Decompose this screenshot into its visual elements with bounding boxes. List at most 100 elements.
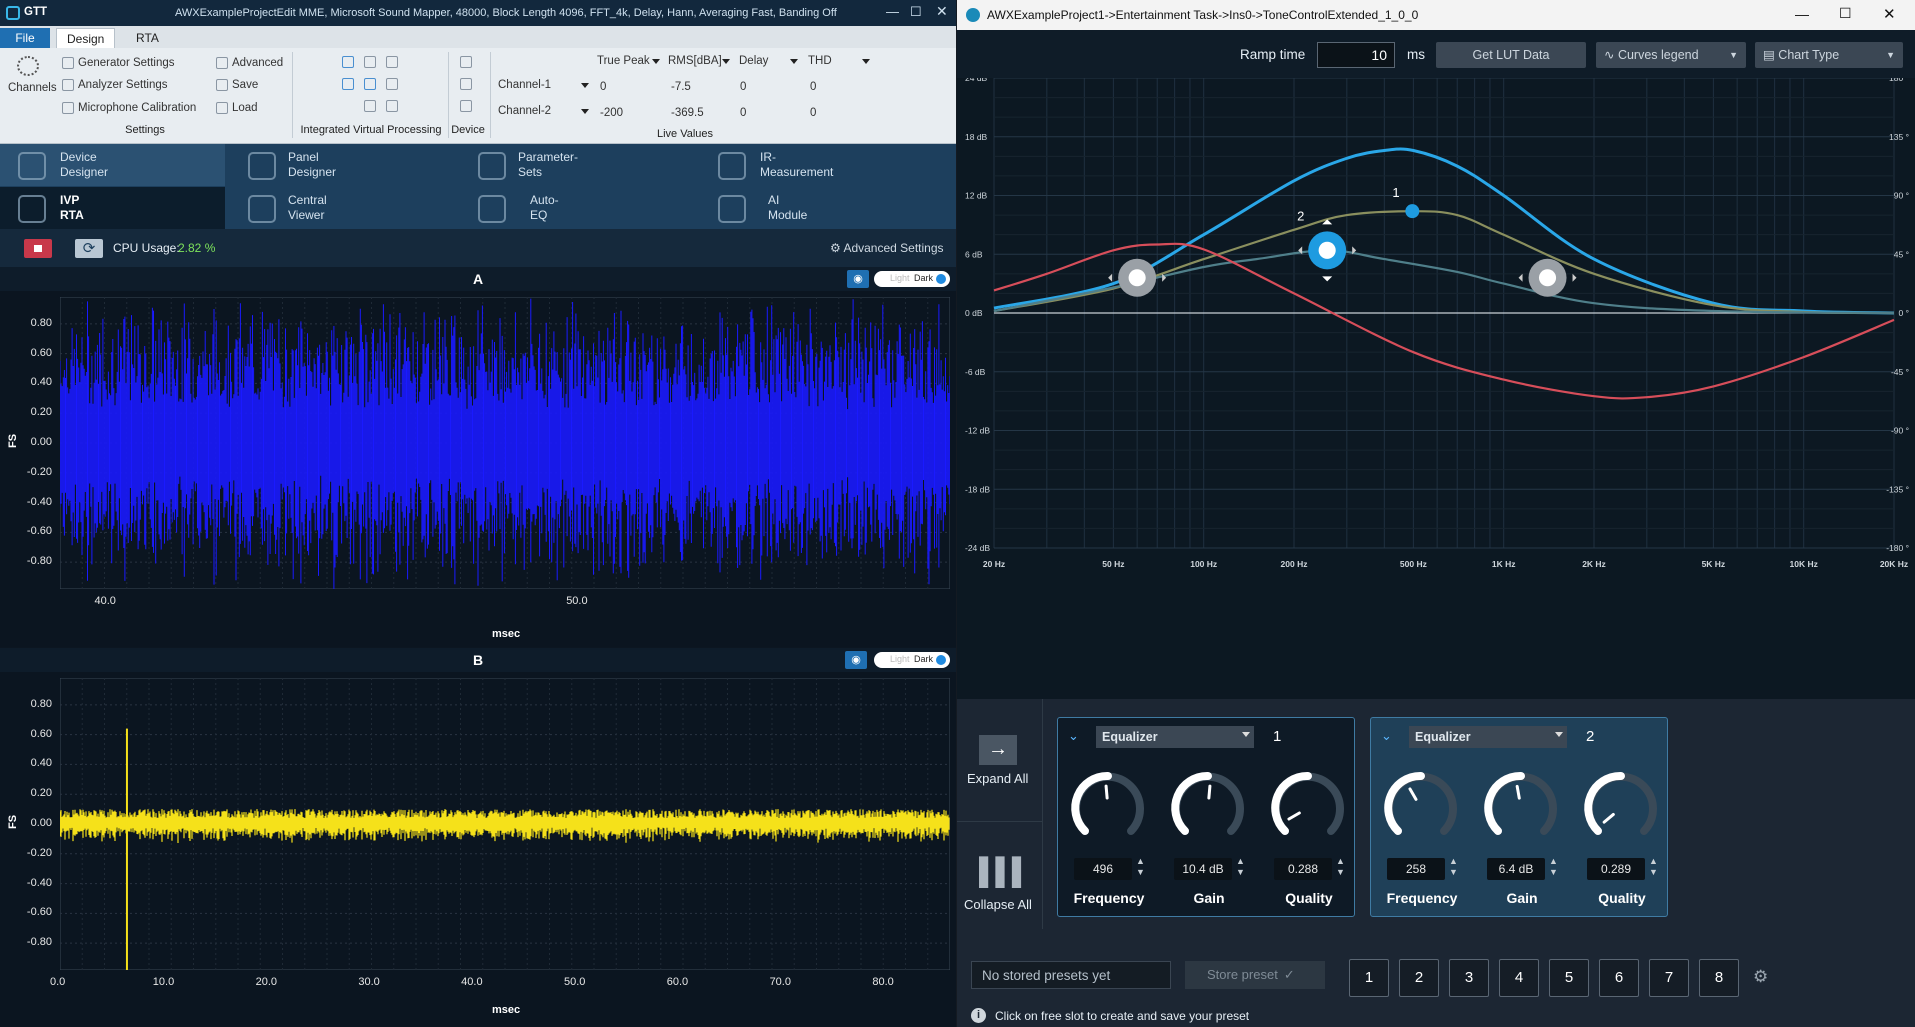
equalizer-type-select[interactable]: Equalizer [1096,726,1254,748]
nudge-left-icon[interactable] [1108,273,1113,282]
stepper-icon[interactable]: ▲ ▼ [1449,856,1458,878]
expand-all-button[interactable]: Expand All [967,771,1028,786]
gain-knob[interactable] [1168,768,1248,848]
generator-settings-button[interactable]: Generator Settings [62,57,175,69]
nav-ir-measurement[interactable]: IR- Measurement [700,144,956,186]
nav-ivp-rta[interactable]: IVP RTA [0,187,225,229]
preset-slot-2[interactable]: 2 [1399,959,1439,997]
gear-icon[interactable]: ⚙ [1753,967,1768,987]
ivp-play-icon[interactable] [364,56,376,68]
nav-parameter-sets[interactable]: Parameter- Sets [460,144,695,186]
preset-slot-8[interactable]: 8 [1699,959,1739,997]
refresh-button[interactable]: ⟳ [75,239,103,258]
frequency-value[interactable]: 258 [1387,858,1445,880]
preset-slot-3[interactable]: 3 [1449,959,1489,997]
chevron-down-icon[interactable]: ⌄ [1381,728,1392,744]
nav-device-designer[interactable]: Device Designer [0,144,225,186]
close-icon[interactable]: ✕ [1883,5,1896,23]
microphone-calibration-button[interactable]: Microphone Calibration [62,102,196,114]
quality-knob[interactable] [1268,768,1348,848]
tab-file[interactable]: File [0,28,50,48]
advanced-settings-button[interactable]: ⚙ Advanced Settings [830,241,944,255]
x-tick: 20 Hz [983,559,1005,569]
tab-design[interactable]: Design [56,28,116,48]
quality-knob[interactable] [1581,768,1661,848]
save-button[interactable]: Save [216,79,258,91]
sort-icon[interactable] [790,59,798,68]
maximize-icon[interactable]: ☐ [910,4,922,20]
camera-icon[interactable]: ◉ [847,270,869,288]
quality-value[interactable]: 0.288 [1274,858,1332,880]
plot-b-canvas[interactable] [60,678,950,970]
stepper-icon[interactable]: ▲ ▼ [1236,856,1245,878]
stepper-icon[interactable]: ▲ ▼ [1649,856,1658,878]
analyzer-settings-button[interactable]: Analyzer Settings [62,79,168,91]
gain-knob[interactable] [1481,768,1561,848]
ytick-label: -0.20 [26,846,52,859]
ramp-time-input[interactable]: 10 [1317,42,1395,68]
nav-panel-designer[interactable]: Panel Designer [230,144,455,186]
preset-slot-6[interactable]: 6 [1599,959,1639,997]
nudge-left-icon[interactable] [1518,273,1523,282]
minimize-icon[interactable]: — [1795,6,1809,22]
device-play-icon[interactable] [460,56,472,68]
channels-button[interactable]: Channels [8,56,57,94]
ivp-view-icon[interactable] [342,56,354,68]
quality-value[interactable]: 0.289 [1587,858,1645,880]
collapse-all-icon[interactable]: ▌▌▌ [979,857,1030,887]
nav-central-viewer[interactable]: Central Viewer [230,187,455,229]
preset-name-input[interactable]: No stored presets yet [971,961,1171,989]
preset-slot-1[interactable]: 1 [1349,959,1389,997]
sort-icon[interactable] [862,59,870,68]
store-preset-button[interactable]: Store preset ✓ [1185,961,1325,989]
plot-a-canvas[interactable] [60,297,950,589]
sort-icon[interactable] [652,59,660,68]
tab-rta[interactable]: RTA [126,28,169,48]
ivp-edit-icon[interactable] [386,78,398,90]
light-dark-toggle[interactable]: Light Dark [874,271,950,287]
preset-slot-5[interactable]: 5 [1549,959,1589,997]
device-list-icon[interactable] [460,78,472,90]
chevron-down-icon[interactable]: ⌄ [1068,728,1079,744]
frequency-knob[interactable] [1381,768,1461,848]
get-lut-data-button[interactable]: Get LUT Data [1436,42,1586,68]
collapse-all-button[interactable]: Collapse All [964,897,1032,912]
equalizer-type-select[interactable]: Equalizer [1409,726,1567,748]
close-icon[interactable]: ✕ [936,3,948,20]
channel-2-dropdown-icon[interactable] [581,109,589,118]
curves-legend-dropdown[interactable]: ∿ Curves legend ▼ [1596,42,1746,68]
sort-icon[interactable] [722,59,730,68]
expand-all-icon[interactable]: → [979,735,1017,765]
stepper-icon[interactable]: ▲ ▼ [1336,856,1345,878]
nav-ai-module[interactable]: AI Module [700,187,956,229]
advanced-button[interactable]: Advanced [216,57,283,69]
nav-auto-eq[interactable]: Auto- EQ [460,187,695,229]
preset-slot-4[interactable]: 4 [1499,959,1539,997]
frequency-knob[interactable] [1068,768,1148,848]
ivp-refresh-icon[interactable] [364,100,376,112]
ivp-grid-icon[interactable] [364,78,376,90]
eq-chart-canvas[interactable]: 24 dB 18 dB 12 dB 6 dB 0 dB -6 dB -12 dB -18 dB… [957,73,1915,699]
stop-button[interactable] [24,239,52,258]
device-sync-icon[interactable] [460,100,472,112]
channel-1-dropdown-icon[interactable] [581,83,589,92]
gain-value[interactable]: 10.4 dB [1174,858,1232,880]
stepper-icon[interactable]: ▲ ▼ [1549,856,1558,878]
maximize-icon[interactable]: ☐ [1839,5,1852,22]
camera-icon[interactable]: ◉ [845,651,867,669]
frequency-value[interactable]: 496 [1074,858,1132,880]
load-button[interactable]: Load [216,102,258,114]
ivp-forward-icon[interactable] [386,56,398,68]
light-dark-toggle[interactable]: Light Dark [874,652,950,668]
ivp-link-icon[interactable] [386,100,398,112]
eq-response-chart[interactable]: 24 dB 18 dB 12 dB 6 dB 0 dB -6 dB -12 dB -18 dB… [957,73,1915,699]
minimize-icon[interactable]: — [886,4,899,19]
eq-handle-1[interactable] [1405,204,1420,219]
gain-value[interactable]: 6.4 dB [1487,858,1545,880]
ivp-panel-icon[interactable] [342,78,354,90]
chart-type-dropdown[interactable]: ▤ Chart Type ▼ [1755,42,1903,68]
stepper-icon[interactable]: ▲ ▼ [1136,856,1145,878]
nudge-right-icon[interactable] [1572,273,1577,282]
preset-slot-7[interactable]: 7 [1649,959,1689,997]
nudge-down-icon[interactable] [1322,276,1333,282]
